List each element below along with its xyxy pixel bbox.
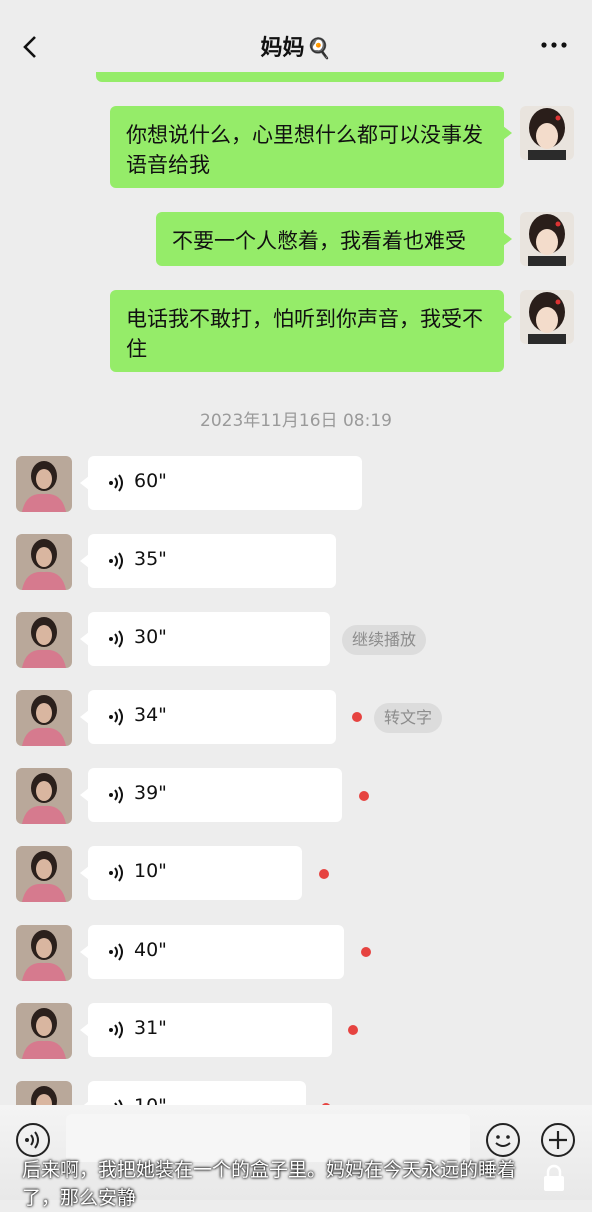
voice-message-bubble[interactable]: 39" <box>80 768 342 822</box>
voice-wave-icon <box>109 786 123 804</box>
voice-wave-icon <box>109 552 123 570</box>
emoji-icon[interactable] <box>486 1123 520 1157</box>
voice-duration: 34" <box>134 704 167 726</box>
mom-avatar[interactable] <box>16 925 72 981</box>
unread-dot <box>348 1025 358 1035</box>
voice-message-bubble[interactable]: 31" <box>80 1003 332 1057</box>
mom-avatar[interactable] <box>16 612 72 668</box>
my-avatar[interactable] <box>520 290 574 344</box>
voice-input-icon[interactable] <box>16 1123 50 1157</box>
voice-message-bubble[interactable]: 60" <box>80 456 362 510</box>
plus-icon[interactable] <box>541 1123 575 1157</box>
message-timestamp: 2023年11月16日 08:19 <box>200 411 392 431</box>
voice-message-bubble[interactable]: 10" <box>80 846 302 900</box>
voice-wave-icon <box>109 943 123 961</box>
voice-duration: 10" <box>134 860 167 882</box>
voice-message-bubble[interactable]: 34" <box>80 690 336 744</box>
voice-wave-icon <box>109 474 123 492</box>
voice-duration: 60" <box>134 470 167 492</box>
mom-avatar[interactable] <box>16 768 72 824</box>
message-input[interactable] <box>66 1114 470 1162</box>
mom-avatar[interactable] <box>16 690 72 746</box>
unread-dot <box>352 712 362 722</box>
voice-duration: 39" <box>134 782 167 804</box>
outgoing-message[interactable]: 不要一个人憋着，我看着也难受 <box>156 212 512 266</box>
unread-dot <box>359 791 369 801</box>
my-avatar[interactable] <box>520 106 574 160</box>
continue-playing-button[interactable]: 继续播放 <box>342 625 427 655</box>
contact-name: 妈妈 <box>260 36 305 61</box>
video-caption: 后来啊，我把她装在一个的盒子里。妈妈在今天永远的睡着了，那么安静 <box>22 1159 517 1209</box>
mom-avatar[interactable] <box>16 846 72 902</box>
voice-message-bubble[interactable]: 40" <box>80 925 344 979</box>
my-avatar[interactable] <box>520 212 574 266</box>
voice-wave-icon <box>109 708 123 726</box>
outgoing-message[interactable]: 你想说什么，心里想什么都可以没事发语音给我 <box>110 106 512 188</box>
voice-duration: 35" <box>134 548 167 570</box>
voice-message-bubble[interactable]: 35" <box>80 534 336 588</box>
unread-dot <box>319 869 329 879</box>
mom-avatar[interactable] <box>16 534 72 590</box>
mom-avatar[interactable] <box>16 456 72 512</box>
voice-message-bubble[interactable]: 30" <box>80 612 330 666</box>
outgoing-message[interactable]: 电话我不敢打，怕听到你声音，我受不住 <box>110 290 512 372</box>
frying-pan-emoji: 🍳 <box>306 36 332 60</box>
convert-to-text-button[interactable]: 转文字 <box>374 703 443 733</box>
voice-wave-icon <box>109 1021 123 1039</box>
voice-duration: 30" <box>134 626 167 648</box>
mom-avatar[interactable] <box>16 1003 72 1059</box>
more-icon[interactable] <box>540 36 568 54</box>
voice-wave-icon <box>109 864 123 882</box>
chat-title: 妈妈 🍳 <box>0 30 592 62</box>
lock-icon <box>544 1164 564 1191</box>
previous-message-bubble[interactable] <box>96 72 504 82</box>
voice-duration: 31" <box>134 1017 167 1039</box>
voice-wave-icon <box>109 630 123 648</box>
voice-duration: 40" <box>134 939 167 961</box>
unread-dot <box>361 947 371 957</box>
